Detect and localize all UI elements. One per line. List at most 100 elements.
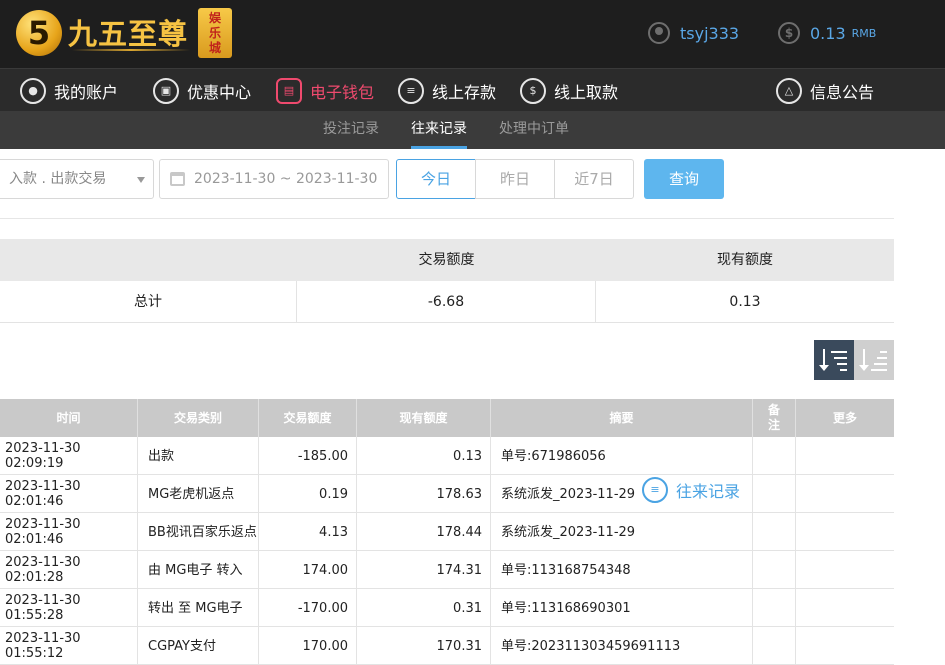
cell-time: 2023-11-30 02:01:28 [0, 551, 138, 589]
cell-summary: 单号:671986056 [491, 437, 753, 475]
cell-remark [753, 513, 796, 551]
cell-more [796, 513, 894, 551]
coin-icon: $ [778, 22, 800, 44]
cell-remark [753, 475, 796, 513]
nav-label: 信息公告 [810, 82, 875, 102]
cell-current: 178.44 [357, 513, 491, 551]
table-row: 2023-11-30 02:09:19 出款 -185.00 0.13 单号:67198… [0, 437, 894, 475]
account-user[interactable]: tsyj333 [648, 20, 739, 46]
bell-icon: △ [776, 77, 802, 104]
main-nav: ● 我的账户 ▣ 优惠中心 ▤ 电子钱包 ≡ 线上存款 $ 线上取款 ≡ 往来记… [0, 68, 945, 503]
summary-table: 交易额度 现有额度 总计 -6.68 0.13 [0, 239, 894, 323]
quick-last7days-button[interactable]: 近7日 [554, 159, 634, 199]
table-row: 2023-11-30 02:01:46 MG老虎机返点 0.19 178.63 系统派发… [0, 475, 894, 513]
cell-remark [753, 437, 796, 475]
logo-text: 九五至尊 [68, 17, 189, 51]
summary-header-label [0, 239, 297, 281]
nav-my-account[interactable]: ● 我的账户 [20, 69, 118, 112]
col-more[interactable]: 更多 [796, 399, 894, 437]
nav-announcements[interactable]: △ 信息公告 [776, 69, 874, 112]
date-range-value: 2023-11-30 ~ 2023-11-30 [194, 171, 378, 187]
cell-remark [753, 627, 796, 665]
table-row: 2023-11-30 02:01:46 BB视讯百家乐返点 4.13 178.44 系统… [0, 513, 894, 551]
tab-pending-orders[interactable]: 处理中订单 [499, 111, 569, 149]
quick-today-button[interactable]: 今日 [396, 159, 476, 199]
nav-label: 线上存款 [432, 82, 497, 102]
sort-ascending-button[interactable] [854, 340, 894, 380]
wallet-icon: ▤ [276, 77, 302, 104]
cell-remark [753, 589, 796, 627]
sort-asc-icon [859, 349, 887, 371]
chevron-down-icon [137, 177, 145, 183]
cell-type: 由 MG电子 转入 [138, 551, 259, 589]
site-logo[interactable]: 5 九五至尊 娱乐城 [16, 8, 232, 60]
summary-header-current: 现有额度 [717, 252, 773, 268]
table-row: 2023-11-30 01:55:12 CGPAY支付 170.00 170.31 单号… [0, 627, 894, 665]
cell-time: 2023-11-30 02:09:19 [0, 437, 138, 475]
withdraw-icon: $ [520, 77, 546, 104]
cell-type: 转出 至 MG电子 [138, 589, 259, 627]
cell-time: 2023-11-30 01:55:12 [0, 627, 138, 665]
cell-time: 2023-11-30 02:01:46 [0, 475, 138, 513]
deposit-icon: ≡ [398, 77, 424, 104]
cell-summary: 单号:113168754348 [491, 551, 753, 589]
nav-label: 优惠中心 [187, 82, 252, 102]
cell-more [796, 475, 894, 513]
username: tsyj333 [680, 23, 740, 43]
user-icon [648, 22, 670, 44]
transaction-type-select[interactable]: 入款 . 出款交易 [0, 159, 154, 199]
top-header: 5 九五至尊 娱乐城 tsyj333 $ 0.13 RMB [0, 0, 945, 68]
col-summary[interactable]: 摘要 [491, 399, 753, 437]
date-range-input[interactable]: 2023-11-30 ~ 2023-11-30 [159, 159, 389, 199]
cell-type: MG老虎机返点 [138, 475, 259, 513]
col-remark[interactable]: 备注 [753, 399, 796, 437]
summary-header: 交易额度 现有额度 [0, 239, 894, 281]
cell-amount: -185.00 [259, 437, 357, 475]
nav-e-wallet[interactable]: ▤ 电子钱包 [276, 69, 374, 112]
sort-desc-icon [819, 349, 847, 371]
tab-bet-records[interactable]: 投注记录 [323, 111, 379, 149]
col-type[interactable]: 交易类别 [138, 399, 259, 437]
cell-type: CGPAY支付 [138, 627, 259, 665]
sub-nav: 投注记录 往来记录 处理中订单 [0, 111, 945, 149]
summary-total-label: 总计 [0, 281, 297, 323]
cell-time: 2023-11-30 01:55:28 [0, 589, 138, 627]
cell-time: 2023-11-30 02:01:46 [0, 513, 138, 551]
cell-current: 0.31 [357, 589, 491, 627]
cell-remark [753, 551, 796, 589]
sort-descending-button[interactable] [814, 340, 854, 380]
col-time[interactable]: 时间 [0, 399, 138, 437]
query-button[interactable]: 查询 [644, 159, 724, 199]
cell-current: 178.63 [357, 475, 491, 513]
cell-amount: 4.13 [259, 513, 357, 551]
records-body: 2023-11-30 02:09:19 出款 -185.00 0.13 单号:67198… [0, 437, 894, 665]
summary-total-amount: -6.68 [297, 281, 596, 323]
page: 5 九五至尊 娱乐城 tsyj333 $ 0.13 RMB ● 我的账户 ▣ 优… [0, 0, 945, 665]
cell-summary: 系统派发_2023-11-29 [491, 513, 753, 551]
logo-digit: 5 [27, 14, 51, 52]
cell-type: 出款 [138, 437, 259, 475]
account-balance[interactable]: $ 0.13 RMB [778, 20, 876, 46]
tab-transaction-records[interactable]: 往来记录 [411, 111, 467, 149]
user-icon: ● [20, 77, 46, 104]
nav-online-withdraw[interactable]: $ 线上取款 [520, 69, 618, 112]
cell-amount: 170.00 [259, 627, 357, 665]
divider [0, 218, 894, 219]
cell-current: 0.13 [357, 437, 491, 475]
nav-label: 我的账户 [54, 82, 119, 102]
summary-total-current: 0.13 [729, 294, 761, 310]
logo-underline [72, 49, 190, 51]
summary-header-amount: 交易额度 [418, 252, 475, 268]
cell-amount: 0.19 [259, 475, 357, 513]
nav-promotions[interactable]: ▣ 优惠中心 [153, 69, 251, 112]
logo-badge: 娱乐城 [198, 8, 232, 58]
quick-yesterday-button[interactable]: 昨日 [475, 159, 555, 199]
nav-online-deposit[interactable]: ≡ 线上存款 [398, 69, 496, 112]
cell-current: 170.31 [357, 627, 491, 665]
col-amount[interactable]: 交易额度 [259, 399, 357, 437]
col-current[interactable]: 现有额度 [357, 399, 491, 437]
cell-more [796, 627, 894, 665]
cell-amount: -170.00 [259, 589, 357, 627]
cell-summary: 系统派发_2023-11-29 [491, 475, 753, 513]
select-value: 入款 . 出款交易 [9, 171, 107, 187]
